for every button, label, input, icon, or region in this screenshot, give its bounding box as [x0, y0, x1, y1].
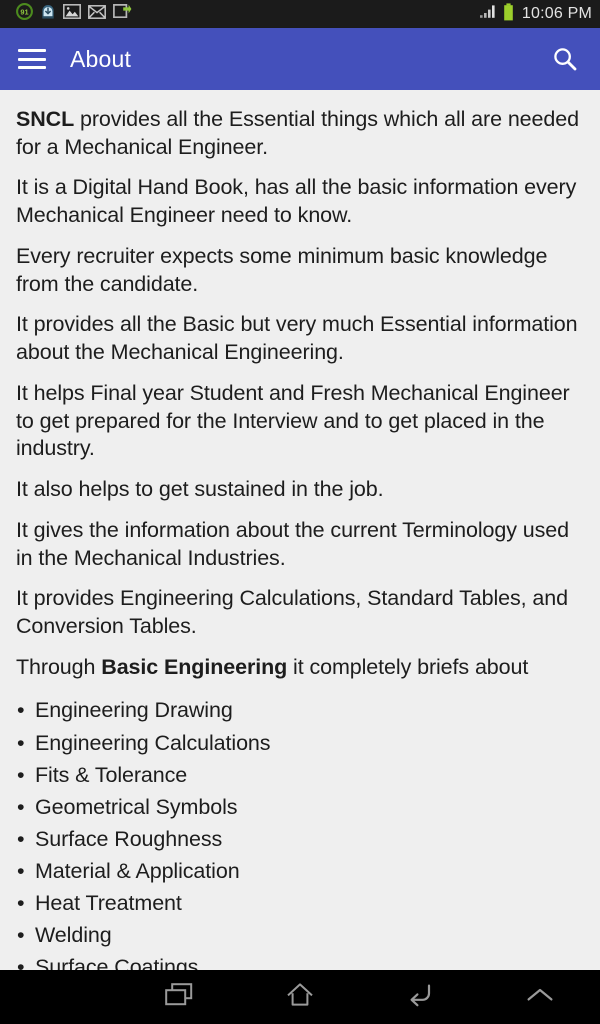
bullets-intro-before: Through — [16, 654, 102, 679]
paragraph-7: It gives the information about the curre… — [16, 517, 570, 570]
recents-button[interactable] — [120, 982, 240, 1013]
back-arrow-icon — [404, 982, 436, 1013]
paragraph-8: It provides Engineering Calculations, St… — [16, 586, 568, 639]
topics-list: Engineering Drawing Engineering Calculat… — [16, 694, 584, 970]
paragraph-1: SNCL provides all the Essential things w… — [16, 106, 584, 161]
signal-bars-icon — [479, 4, 497, 24]
about-content[interactable]: SNCL provides all the Essential things w… — [0, 90, 600, 970]
paragraph-5: It helps Final year Student and Fresh Me… — [16, 380, 570, 461]
hamburger-menu-icon[interactable] — [18, 49, 46, 69]
device-screen: 91 10:06 PM About SNCL provides all the … — [0, 0, 600, 1024]
status-notification-icons: 91 — [16, 3, 132, 25]
status-system-icons: 10:06 PM — [479, 2, 592, 26]
search-icon[interactable] — [548, 42, 582, 76]
paragraph-2: It is a Digital Hand Book, has all the b… — [16, 175, 577, 228]
back-button[interactable] — [360, 982, 480, 1013]
screen-share-icon — [113, 4, 132, 24]
battery-icon — [503, 2, 514, 26]
home-button[interactable] — [240, 982, 360, 1013]
recents-icon — [164, 982, 196, 1013]
paragraph-3: Every recruiter expects some minimum bas… — [16, 243, 548, 296]
bullets-intro-bold: Basic Engineering — [101, 654, 288, 679]
list-item: Welding — [16, 919, 584, 951]
svg-text:91: 91 — [20, 8, 28, 17]
list-item: Material & Application — [16, 855, 584, 887]
list-item: Heat Treatment — [16, 887, 584, 919]
paragraph-1-text: provides all the Essential things which … — [16, 107, 579, 159]
app-bar: About — [0, 28, 600, 90]
paragraph-4: It provides all the Basic but very much … — [16, 312, 578, 365]
status-bar: 91 10:06 PM — [0, 0, 600, 28]
paragraph-6: It also helps to get sustained in the jo… — [16, 477, 384, 502]
paragraph-1-bold: SNCL — [16, 107, 75, 131]
expand-button[interactable] — [480, 985, 600, 1010]
screenshot-image-icon — [63, 4, 81, 24]
list-item: Geometrical Symbols — [16, 791, 584, 823]
bullets-intro-after: it completely briefs about — [287, 654, 529, 679]
list-item: Engineering Drawing — [16, 694, 584, 726]
list-item: Engineering Calculations — [16, 727, 584, 759]
badge-91-icon: 91 — [16, 3, 33, 25]
download-icon — [40, 3, 56, 25]
home-icon — [284, 982, 316, 1013]
email-icon — [88, 4, 106, 24]
chevron-up-icon — [525, 985, 555, 1010]
system-navigation-bar — [0, 970, 600, 1024]
status-clock: 10:06 PM — [521, 5, 592, 22]
list-item: Surface Coatings — [16, 951, 584, 970]
list-item: Fits & Tolerance — [16, 759, 584, 791]
page-title: About — [70, 45, 132, 72]
list-item: Surface Roughness — [16, 823, 584, 855]
bullets-intro-line: Through Basic Engineering it completely … — [16, 654, 584, 682]
